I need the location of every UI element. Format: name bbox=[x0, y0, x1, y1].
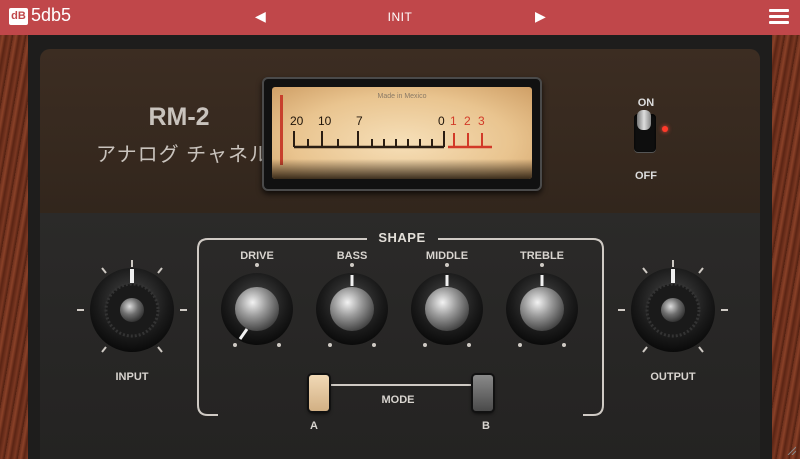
scale-label-0: 0 bbox=[438, 114, 445, 128]
scale-label-3: 3 bbox=[478, 114, 485, 128]
mode-label: MODE bbox=[381, 394, 415, 406]
db-logo-icon: dB bbox=[9, 8, 28, 25]
wood-side-panel-right bbox=[772, 35, 800, 459]
hamburger-menu-icon[interactable] bbox=[769, 9, 789, 25]
model-subtitle: アナログ チャネル bbox=[96, 144, 270, 166]
mode-b-label: B bbox=[482, 420, 490, 432]
scale-label-7: 7 bbox=[356, 114, 363, 128]
wood-side-panel-left bbox=[0, 35, 28, 459]
prev-preset-button[interactable]: ◀ bbox=[255, 8, 266, 25]
vu-meter: Made in Mexico 20 10 7 0 1 2 3 bbox=[262, 77, 542, 191]
resize-grip-icon[interactable] bbox=[786, 445, 796, 455]
model-name: RM-2 bbox=[148, 103, 210, 131]
shape-section-label: SHAPE bbox=[367, 230, 437, 245]
preset-name[interactable]: INIT bbox=[350, 10, 450, 24]
brand-name: 5db5 bbox=[31, 5, 72, 25]
mode-a-label: A bbox=[310, 420, 318, 432]
drive-label: DRIVE bbox=[240, 250, 274, 262]
mode-b-button[interactable] bbox=[473, 375, 493, 411]
plugin-panel: RM-2 アナログ チャネル Made in Mexico 20 10 7 0 … bbox=[28, 35, 772, 459]
lower-section bbox=[40, 213, 760, 459]
scale-label-1: 1 bbox=[450, 114, 457, 128]
mode-a-button[interactable] bbox=[309, 375, 329, 411]
top-bar: dB 5db5 ◀ INIT ▶ bbox=[0, 0, 800, 35]
power-off-label: OFF bbox=[635, 170, 657, 182]
vu-meter-face: Made in Mexico 20 10 7 0 1 2 3 bbox=[272, 87, 532, 179]
scale-label-10: 10 bbox=[318, 114, 332, 128]
meter-shade bbox=[272, 159, 532, 179]
output-label: OUTPUT bbox=[650, 371, 696, 383]
vu-needle bbox=[280, 95, 283, 165]
scale-label-2: 2 bbox=[464, 114, 471, 128]
power-led-icon bbox=[662, 126, 668, 132]
bass-label: BASS bbox=[336, 250, 368, 262]
input-label: INPUT bbox=[115, 371, 149, 383]
treble-label: TREBLE bbox=[520, 250, 564, 262]
toggle-lever-icon[interactable] bbox=[637, 110, 651, 130]
power-on-label: ON bbox=[637, 97, 655, 109]
scale-label-20: 20 bbox=[290, 114, 304, 128]
next-preset-button[interactable]: ▶ bbox=[535, 8, 546, 25]
middle-label: MIDDLE bbox=[425, 250, 469, 262]
